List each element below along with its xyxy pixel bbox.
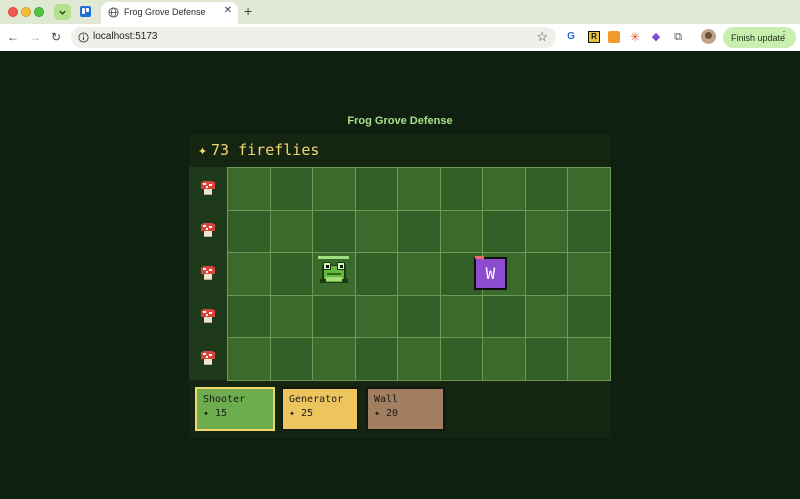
grid-cell[interactable]: [270, 338, 313, 380]
browser-toolbar: ← → ↻ localhost:5173 ☆ G R ✳ ◆ ⧉ Finish …: [0, 24, 800, 51]
currency-text: 73 fireflies: [211, 141, 320, 159]
currency-display: ✦ 73 fireflies: [198, 141, 319, 159]
grid-cell[interactable]: [355, 295, 398, 338]
grid-cell[interactable]: [270, 210, 313, 253]
grid-cell[interactable]: [228, 253, 270, 295]
mushroom-icon: [201, 351, 215, 365]
grid-cell[interactable]: [270, 253, 313, 295]
forward-arrow-icon[interactable]: →: [28, 30, 42, 44]
url-text: localhost:5173: [93, 31, 158, 42]
active-tab[interactable]: Frog Grove Defense ✕: [101, 2, 238, 24]
grid-cell[interactable]: [313, 338, 355, 380]
grid-cell[interactable]: [525, 338, 568, 380]
mushroom-icon: [201, 181, 215, 195]
grid-cell[interactable]: [313, 168, 355, 210]
profile-avatar[interactable]: [701, 29, 716, 44]
grid-cell[interactable]: [525, 253, 568, 295]
grid-cell[interactable]: [228, 295, 270, 338]
grid-cell[interactable]: [355, 210, 398, 253]
more-menu-icon[interactable]: ⋮: [779, 30, 789, 41]
extension-purple-icon[interactable]: ◆: [650, 31, 662, 43]
bookmark-star-icon[interactable]: ☆: [536, 29, 548, 45]
tab-title: Frog Grove Defense: [124, 7, 206, 17]
chevron-down-icon: [59, 10, 66, 15]
grid-cell[interactable]: [228, 168, 270, 210]
grid-cell[interactable]: [228, 210, 270, 253]
firefly-icon: ✦: [198, 141, 208, 159]
new-tab-button[interactable]: +: [244, 3, 252, 19]
extension-burst-icon[interactable]: ✳: [629, 31, 641, 43]
grid-cell[interactable]: [568, 210, 610, 253]
grid-cell[interactable]: [525, 210, 568, 253]
card-cost: ✦ 15: [203, 408, 228, 419]
game-title: Frog Grove Defense: [347, 115, 453, 127]
extension-r-icon[interactable]: R: [588, 31, 600, 43]
grid-cell[interactable]: [398, 295, 440, 338]
grid-cell[interactable]: [398, 338, 440, 380]
grid-cell[interactable]: [483, 168, 525, 210]
grid-cell[interactable]: [440, 168, 483, 210]
mushroom-icon: [201, 223, 215, 237]
reload-icon[interactable]: ↻: [49, 30, 63, 44]
grid-cell[interactable]: [355, 253, 398, 295]
grid-cell[interactable]: [398, 210, 440, 253]
grid-cell[interactable]: [568, 295, 610, 338]
shooter-card[interactable]: Shooter ✦ 15: [195, 387, 275, 431]
grid-cell[interactable]: [313, 210, 355, 253]
card-name: Shooter: [203, 394, 246, 405]
wall-card[interactable]: Wall ✦ 20: [366, 387, 445, 431]
maximize-window-button[interactable]: [34, 7, 44, 17]
address-bar[interactable]: localhost:5173 ☆: [71, 27, 556, 48]
finish-update-label: Finish update: [731, 32, 786, 43]
extension-g-icon[interactable]: G: [565, 31, 577, 43]
grid-cell[interactable]: [525, 168, 568, 210]
grid-cell[interactable]: [483, 338, 525, 380]
grid-cell[interactable]: [228, 338, 270, 380]
minimize-window-button[interactable]: [21, 7, 31, 17]
game-grid: [227, 167, 611, 381]
card-name: Generator: [289, 394, 344, 405]
wall-health-bar: [475, 256, 484, 259]
close-tab-icon[interactable]: ✕: [224, 5, 232, 16]
grid-cell[interactable]: [525, 295, 568, 338]
tab-strip: Frog Grove Defense ✕ +: [0, 0, 800, 24]
grid-cell[interactable]: [483, 210, 525, 253]
trello-tab-icon[interactable]: [80, 6, 91, 17]
grid-cell[interactable]: [440, 210, 483, 253]
mushroom-icon: [201, 309, 215, 323]
globe-icon: [108, 7, 119, 18]
grid-cell[interactable]: [270, 168, 313, 210]
grid-cell[interactable]: [398, 253, 440, 295]
card-cost: ✦ 25: [289, 408, 314, 419]
wall-unit[interactable]: W: [474, 257, 507, 290]
tab-search-button[interactable]: [54, 4, 71, 20]
site-info-icon[interactable]: [78, 32, 89, 43]
grid-cell[interactable]: [398, 168, 440, 210]
extension-orange-icon[interactable]: [608, 31, 620, 43]
grid-cell[interactable]: [355, 168, 398, 210]
grid-cell[interactable]: [440, 338, 483, 380]
finish-update-button[interactable]: Finish update ⋮: [723, 27, 796, 48]
card-cost: ✦ 20: [374, 408, 399, 419]
generator-card[interactable]: Generator ✦ 25: [281, 387, 359, 431]
grid-cell[interactable]: [483, 295, 525, 338]
grid-cell[interactable]: [270, 295, 313, 338]
grid-cell[interactable]: [355, 338, 398, 380]
grid-cell[interactable]: [568, 253, 610, 295]
grid-cell[interactable]: [313, 295, 355, 338]
extensions-puzzle-icon[interactable]: ⧉: [672, 31, 684, 43]
grid-cell[interactable]: [440, 295, 483, 338]
close-window-button[interactable]: [8, 7, 18, 17]
grid-cell[interactable]: [568, 168, 610, 210]
grid-cell[interactable]: [568, 338, 610, 380]
back-arrow-icon[interactable]: ←: [6, 30, 20, 44]
wall-unit-label: W: [485, 264, 496, 283]
frog-shooter-unit[interactable]: [316, 253, 352, 289]
card-name: Wall: [374, 394, 399, 405]
mushroom-icon: [201, 266, 215, 280]
